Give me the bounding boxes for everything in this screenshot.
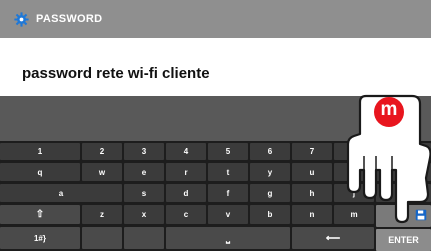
overlay-badge-letter: m <box>380 99 398 120</box>
key-d[interactable]: d <box>166 184 206 202</box>
key-3[interactable]: 3 <box>124 143 164 160</box>
key-t[interactable]: t <box>208 163 248 181</box>
key-n[interactable]: n <box>292 205 332 224</box>
key-u[interactable]: u <box>292 163 332 181</box>
shift-key[interactable]: ⇧ <box>0 205 80 224</box>
key-s[interactable]: s <box>124 184 164 202</box>
key-f[interactable]: f <box>208 184 248 202</box>
key-c[interactable]: c <box>166 205 206 224</box>
key-2[interactable]: 2 <box>82 143 122 160</box>
key-4[interactable]: 4 <box>166 143 206 160</box>
key-q[interactable]: q <box>0 163 80 181</box>
key-v[interactable]: v <box>208 205 248 224</box>
header-bar: PASSWORD <box>0 0 431 38</box>
enter-key[interactable]: ENTER <box>376 229 431 251</box>
key-1[interactable]: 1 <box>0 143 80 160</box>
key-blank-1[interactable] <box>82 227 122 249</box>
page-title: PASSWORD <box>36 13 103 25</box>
key-h[interactable]: h <box>292 184 332 202</box>
key-6[interactable]: 6 <box>250 143 290 160</box>
prompt-label: password rete wi-fi cliente <box>22 65 210 82</box>
shift-icon: ⇧ <box>35 209 45 220</box>
backspace-icon: ⟵ <box>325 232 341 244</box>
key-7[interactable]: 7 <box>292 143 332 160</box>
key-b[interactable]: b <box>250 205 290 224</box>
hand-pointer-icon <box>346 94 431 224</box>
key-r[interactable]: r <box>166 163 206 181</box>
key-g[interactable]: g <box>250 184 290 202</box>
space-key[interactable]: ⎵ <box>166 227 290 249</box>
key-w[interactable]: w <box>82 163 122 181</box>
key-5[interactable]: 5 <box>208 143 248 160</box>
key-e[interactable]: e <box>124 163 164 181</box>
symbols-key[interactable]: 1#} <box>0 227 80 249</box>
key-x[interactable]: x <box>124 205 164 224</box>
key-y[interactable]: y <box>250 163 290 181</box>
key-a[interactable]: a <box>0 184 122 202</box>
key-blank-2[interactable] <box>124 227 164 249</box>
gear-icon <box>14 12 29 27</box>
space-icon: ⎵ <box>226 232 230 244</box>
key-z[interactable]: z <box>82 205 122 224</box>
backspace-key[interactable]: ⟵ <box>292 227 374 249</box>
